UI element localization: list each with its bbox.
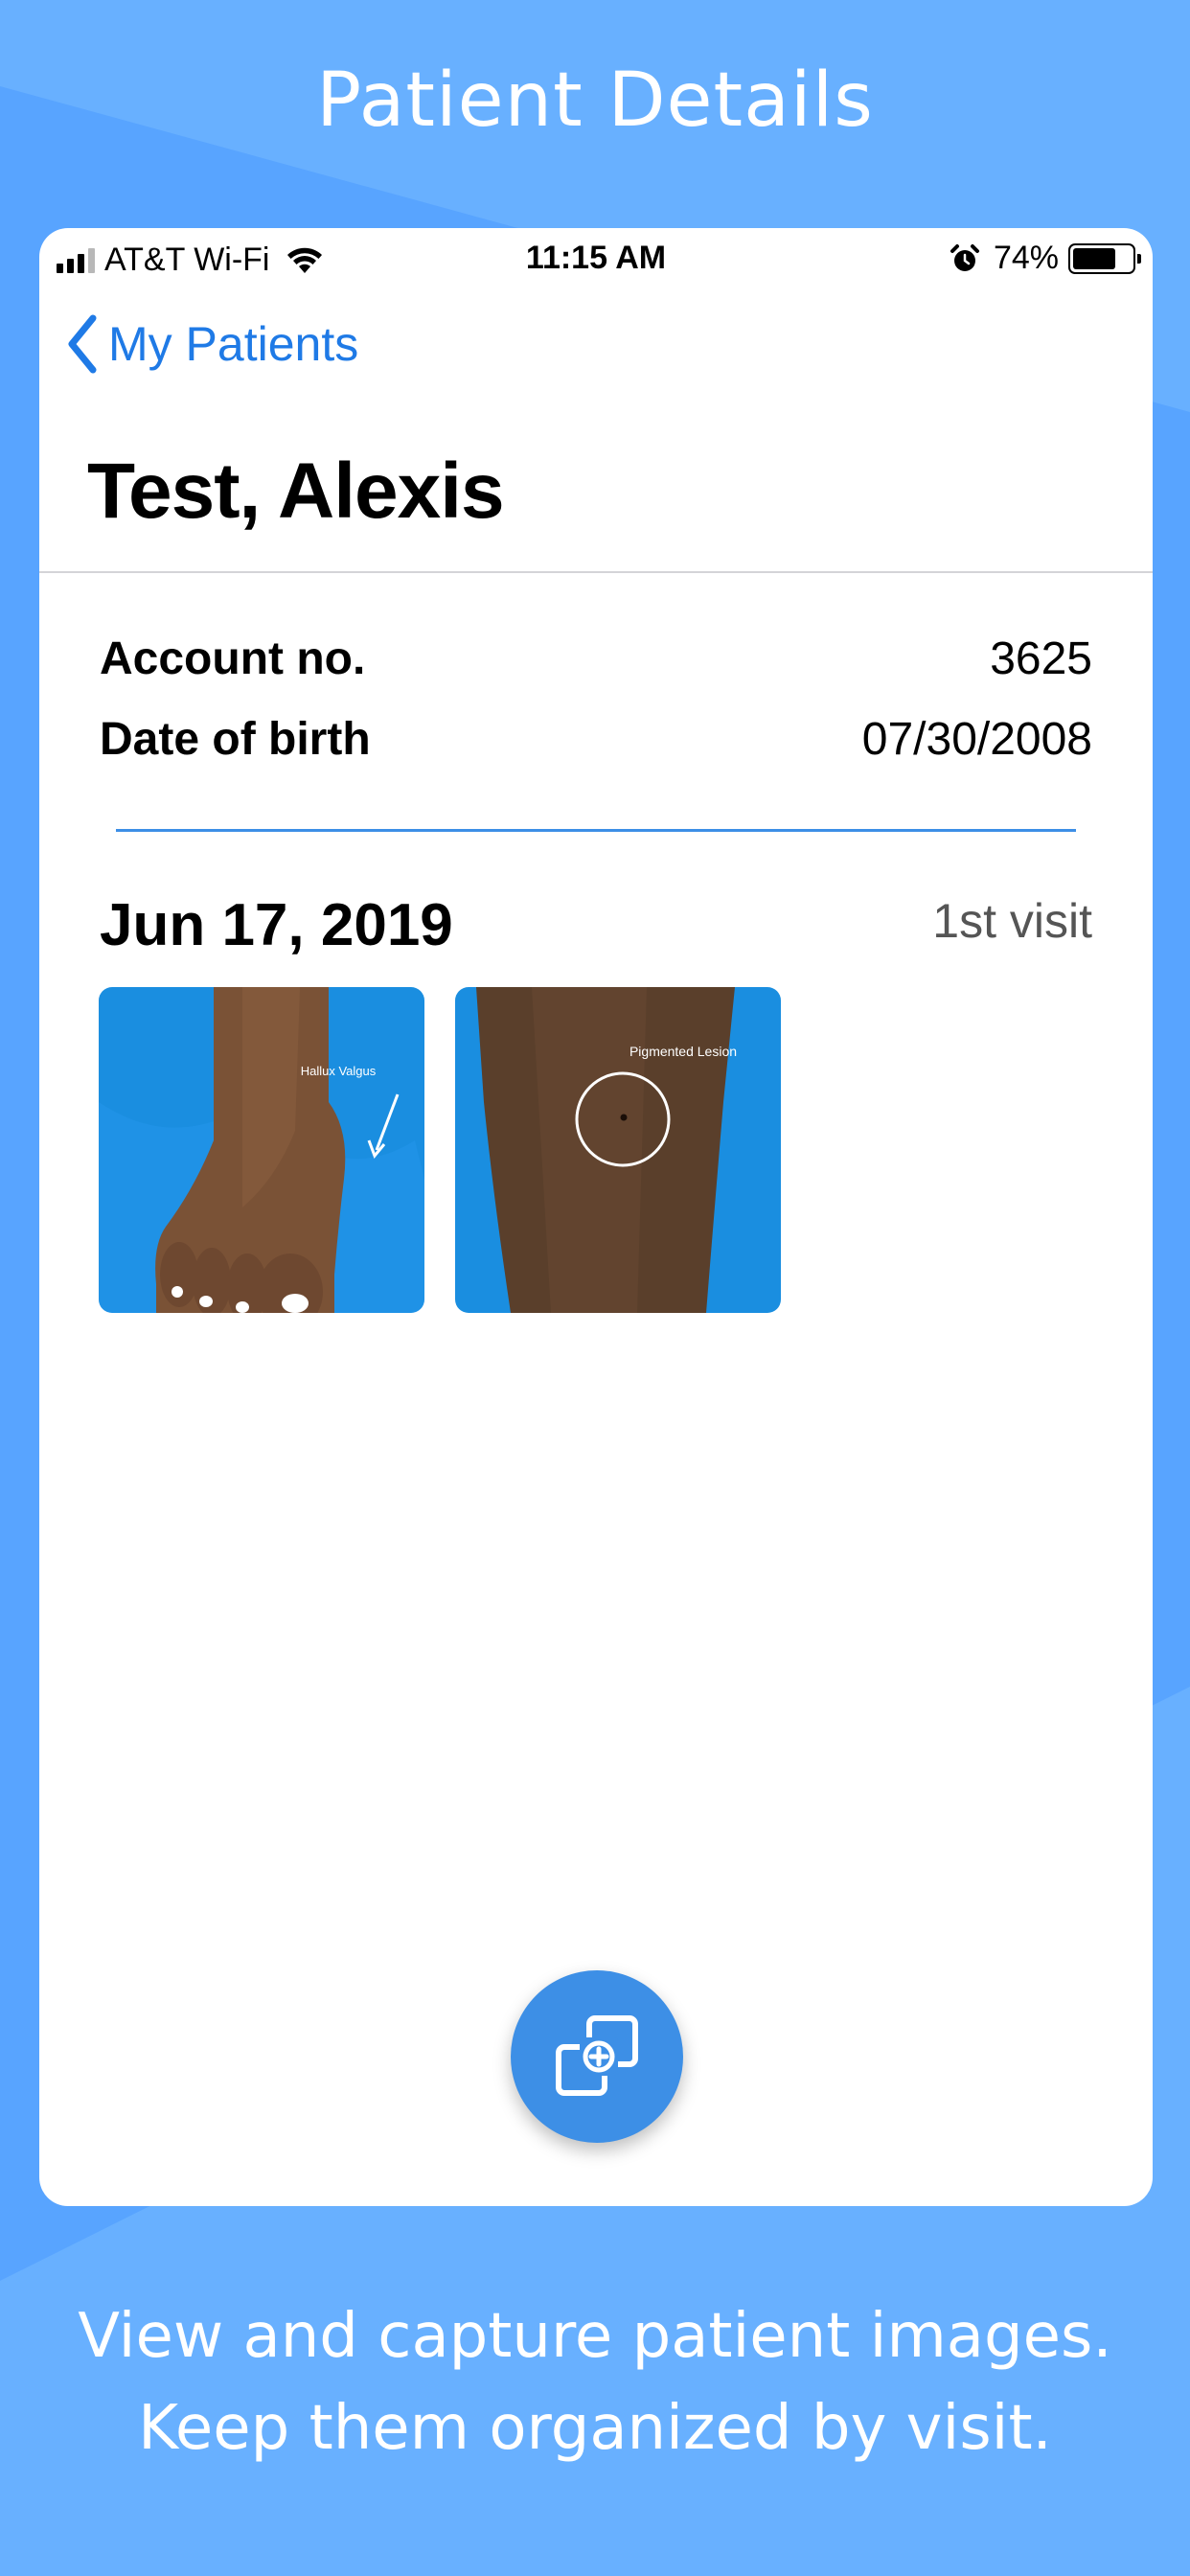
account-value: 3625 xyxy=(990,633,1092,684)
back-button[interactable]: My Patients xyxy=(66,314,358,374)
caption-line-2: Keep them organized by visit. xyxy=(138,2393,1052,2464)
back-button-label: My Patients xyxy=(108,317,359,371)
visit-number: 1st visit xyxy=(932,894,1092,948)
phone-screen: AT&T Wi-Fi 11:15 AM 74% My Patients Test… xyxy=(39,228,1153,2206)
battery-fill xyxy=(1073,247,1116,269)
caption-line-1: View and capture patient images. xyxy=(78,2301,1112,2372)
caption: View and capture patient images. Keep th… xyxy=(0,2290,1190,2474)
battery-icon xyxy=(1068,242,1141,274)
patient-photo-foot[interactable]: Hallux Valgus xyxy=(99,987,424,1313)
navigation-bar: My Patients xyxy=(39,314,1153,401)
add-photo-icon xyxy=(556,2015,638,2096)
patient-photo-leg[interactable]: Pigmented Lesion xyxy=(455,987,781,1313)
header-divider xyxy=(39,571,1153,573)
alarm-icon xyxy=(950,243,979,271)
dob-label: Date of birth xyxy=(100,714,371,765)
battery-percent: 74% xyxy=(993,240,1059,276)
visit-date: Jun 17, 2019 xyxy=(100,892,453,958)
headline: Patient Details xyxy=(316,58,874,144)
visit-image-list: Hallux Valgus Pigmented Lesion xyxy=(99,987,781,1313)
add-photo-button[interactable] xyxy=(511,1970,683,2143)
account-label: Account no. xyxy=(100,633,366,684)
photo-annotation-foot: Hallux Valgus xyxy=(301,1064,377,1078)
status-bar: AT&T Wi-Fi 11:15 AM 74% xyxy=(39,228,1153,289)
photo-annotation-leg: Pigmented Lesion xyxy=(629,1044,737,1059)
dob-value: 07/30/2008 xyxy=(861,714,1092,765)
section-divider xyxy=(116,829,1076,832)
page-title: Test, Alexis xyxy=(87,448,505,535)
chevron-left-icon xyxy=(68,314,97,374)
